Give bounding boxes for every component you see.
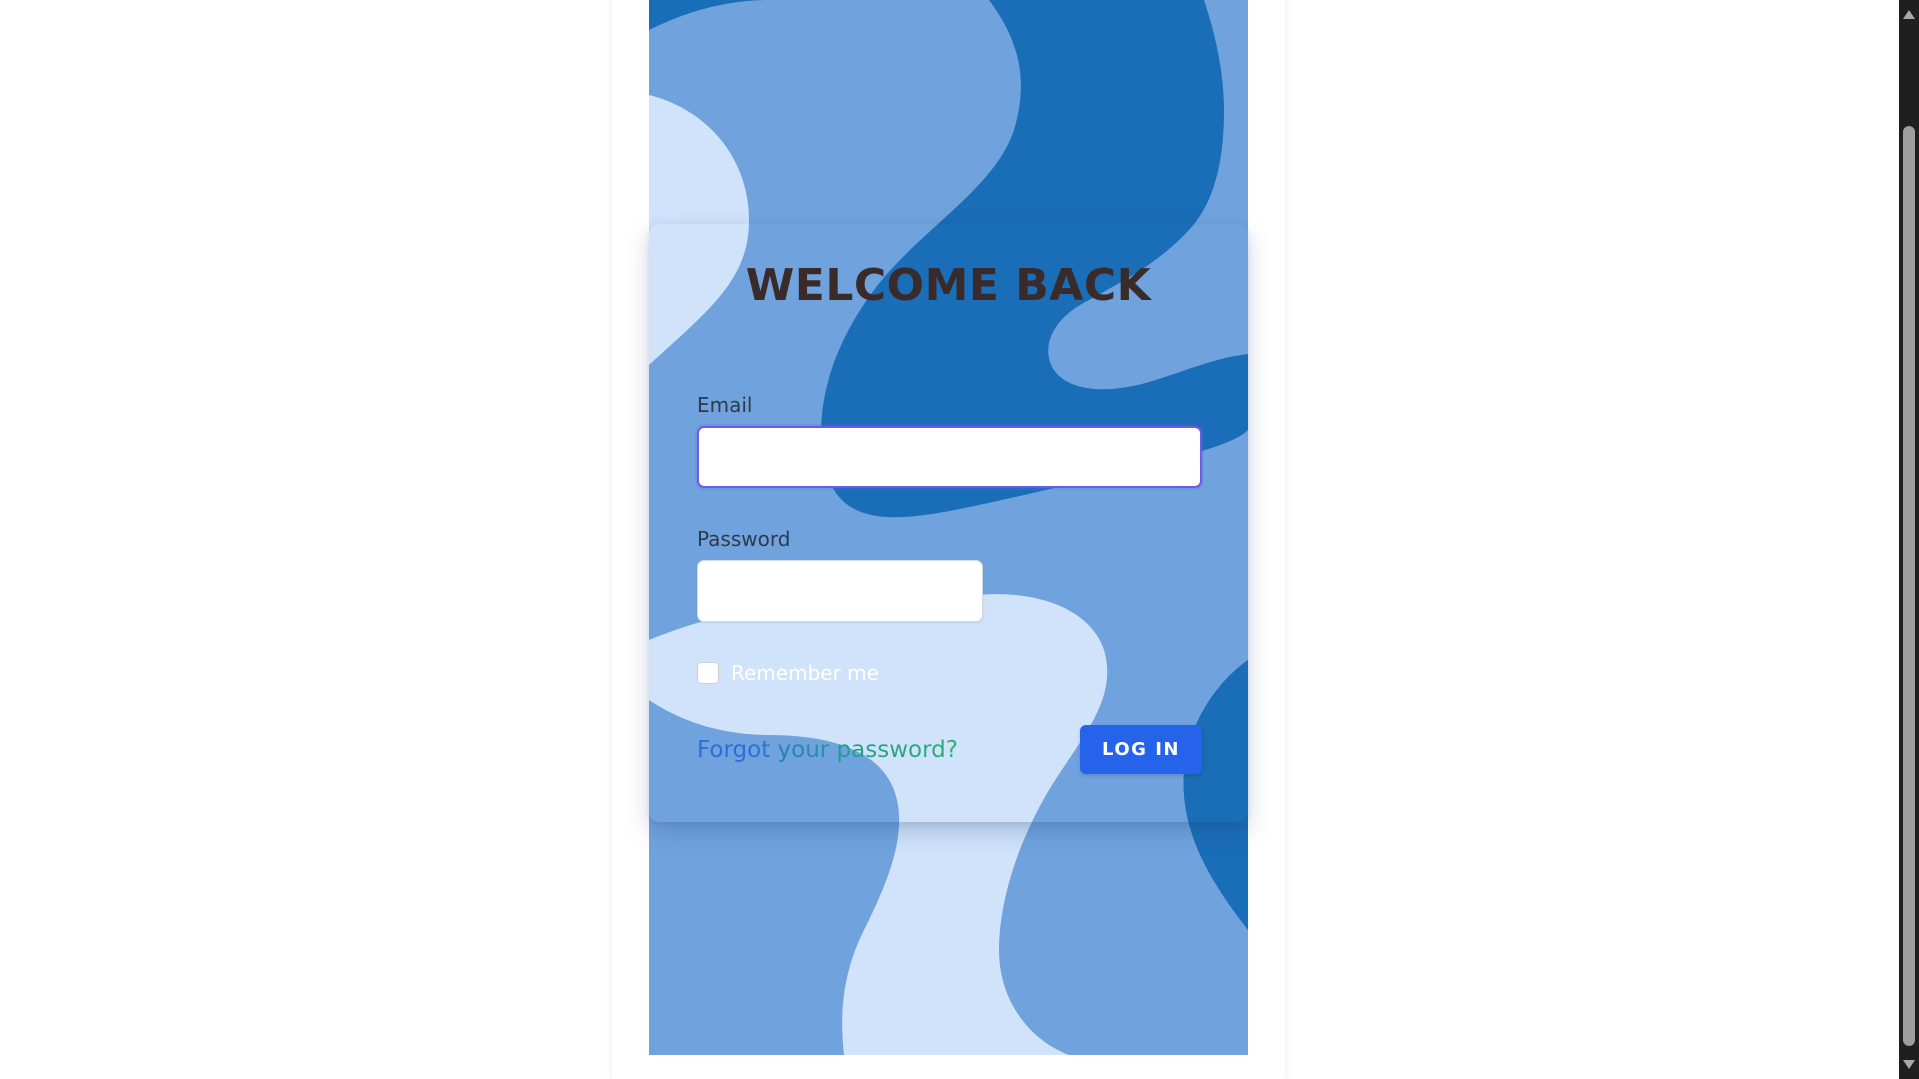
login-button[interactable]: LOG IN [1080,725,1202,774]
scrollbar-thumb[interactable] [1903,126,1915,1046]
remember-me-checkbox[interactable] [697,662,719,684]
page-viewport: WELCOME BACK Email Password Remember me … [0,0,1899,1079]
triangle-down-icon[interactable] [1903,1060,1915,1069]
remember-me-row[interactable]: Remember me [697,660,879,686]
forgot-password-link[interactable]: Forgot your password? [697,735,958,765]
password-field[interactable] [697,560,983,622]
email-label: Email [697,393,753,417]
email-field[interactable] [697,426,1202,488]
remember-me-label[interactable]: Remember me [731,660,879,686]
vertical-scrollbar[interactable] [1899,0,1919,1079]
triangle-up-icon[interactable] [1903,10,1915,19]
password-label: Password [697,527,791,551]
page-title: WELCOME BACK [745,260,1152,311]
